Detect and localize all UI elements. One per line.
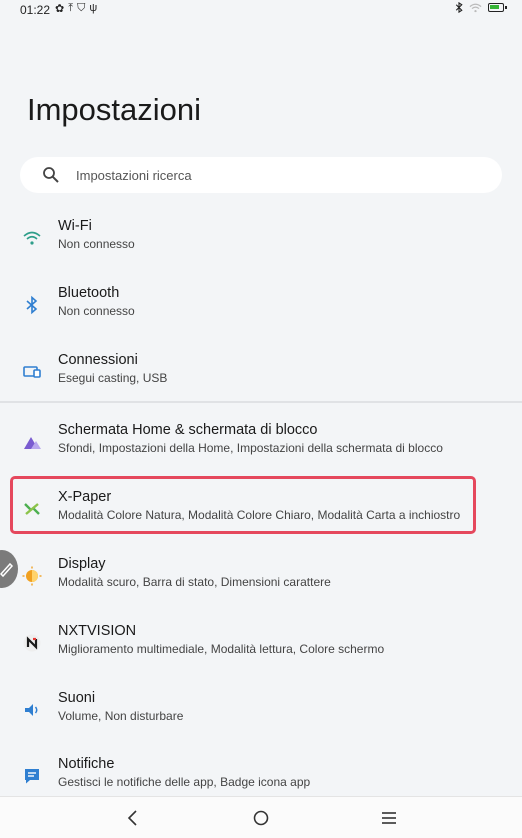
navigation-bar [0,796,522,838]
page-title: Impostazioni [27,92,202,127]
setting-subtitle: Miglioramento multimediale, Modalità let… [58,642,385,656]
setting-title: Display [58,556,106,572]
back-icon[interactable] [122,807,144,829]
wifi-icon [23,231,41,245]
home-icon[interactable] [250,807,272,829]
setting-title: NXTVISION [58,623,137,639]
bluetooth-icon [455,2,463,13]
status-icons-left: ✿ ⤒ ⛉ ψ [55,2,97,15]
usb-icon: ψ [89,2,98,14]
notification-icon [25,769,39,784]
setting-subtitle: Gestisci le notifiche delle app, Badge i… [58,775,311,789]
search-bar[interactable]: Impostazioni ricerca [20,157,502,193]
setting-item-suoni[interactable]: Suoni Volume, Non disturbare [0,686,522,746]
search-icon [43,167,59,183]
gear-icon: ✿ [55,3,65,15]
wifi-icon [469,3,482,12]
pencil-icon [0,562,14,578]
setting-item-display[interactable]: Display Modalità scuro, Barra di stato, … [0,552,522,612]
bluetooth-icon [26,295,38,315]
setting-subtitle: Esegui casting, USB [58,371,168,385]
highlight-box [10,476,476,534]
setting-item-bluetooth[interactable]: Bluetooth Non connesso [0,281,522,341]
nxtvision-icon [23,634,41,652]
setting-subtitle: Sfondi, Impostazioni della Home, Imposta… [58,441,443,455]
speaker-icon [25,704,38,716]
status-icons-right [455,2,507,13]
battery-icon [488,3,507,12]
upload-icon: ⤒ [68,2,74,14]
shield-icon: ⛉ [77,2,86,14]
setting-title: Wi-Fi [58,218,92,234]
menu-icon[interactable] [378,807,400,829]
setting-item-wifi[interactable]: Wi-Fi Non connesso [0,214,522,274]
search-input[interactable]: Impostazioni ricerca [76,168,192,183]
setting-title: Schermata Home & schermata di blocco [58,422,318,438]
section-divider [0,401,522,403]
status-time: 01:22 [20,3,51,17]
cast-icon [23,366,41,378]
status-bar: 01:22 ✿ ⤒ ⛉ ψ [0,0,522,22]
setting-title: Suoni [58,690,96,706]
display-icon [22,566,42,586]
setting-subtitle: Modalità scuro, Barra di stato, Dimensio… [58,575,331,589]
setting-title: Connessioni [58,352,138,368]
home-screen-icon [24,437,41,449]
setting-title: Notifiche [58,756,115,772]
setting-item-connessioni[interactable]: Connessioni Esegui casting, USB [0,348,522,408]
setting-subtitle: Non connesso [58,237,135,251]
setting-title: Bluetooth [58,285,120,301]
setting-item-home-lock[interactable]: Schermata Home & schermata di blocco Sfo… [0,418,522,478]
setting-subtitle: Volume, Non disturbare [58,709,184,723]
setting-subtitle: Non connesso [58,304,135,318]
setting-item-nxtvision[interactable]: NXTVISION Miglioramento multimediale, Mo… [0,619,522,679]
